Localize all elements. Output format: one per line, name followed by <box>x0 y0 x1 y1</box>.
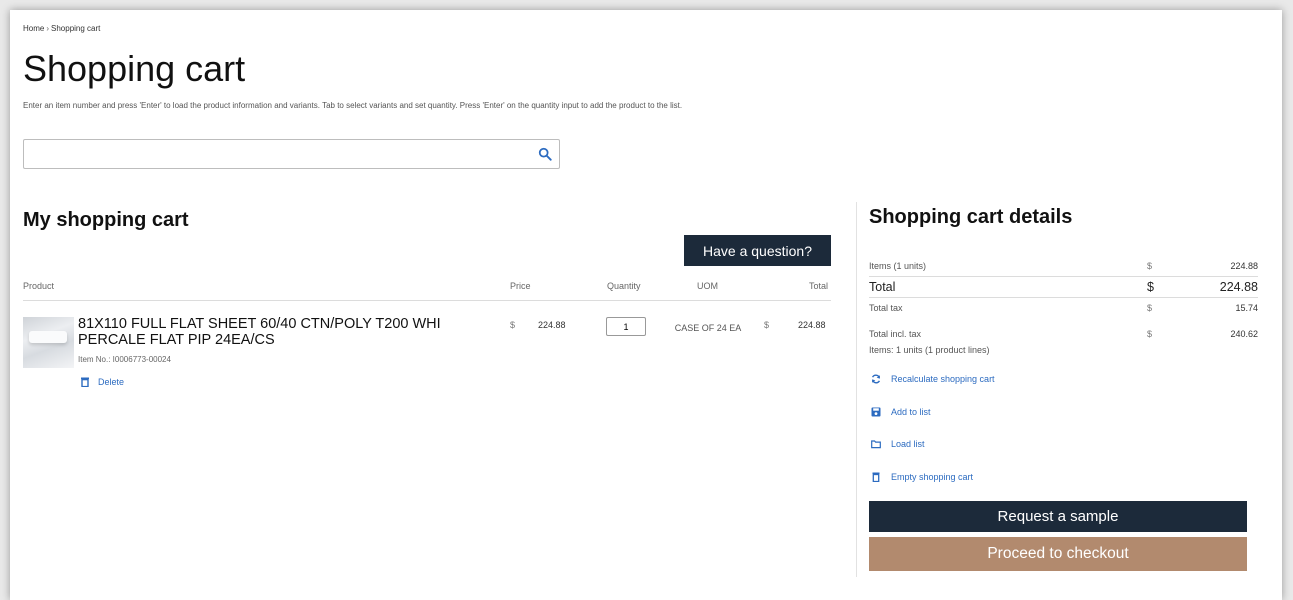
item-search-input[interactable] <box>24 140 559 168</box>
table-header-divider <box>23 300 831 301</box>
request-sample-button[interactable]: Request a sample <box>869 501 1247 532</box>
add-to-list-link[interactable]: Add to list <box>871 407 931 417</box>
items-currency: $ <box>1147 261 1153 271</box>
breadcrumb: Home › Shopping cart <box>23 24 100 33</box>
total-currency: $ <box>764 320 770 330</box>
tax-label: Total tax <box>869 303 903 313</box>
product-name[interactable]: 81X110 FULL FLAT SHEET 60/40 CTN/POLY T2… <box>78 316 498 348</box>
breadcrumb-current: Shopping cart <box>51 24 101 33</box>
column-header-price: Price <box>510 281 531 291</box>
delete-label: Delete <box>98 377 125 387</box>
load-list-label: Load list <box>891 439 925 449</box>
tax-currency: $ <box>1147 303 1153 313</box>
column-header-product: Product <box>23 281 55 291</box>
breadcrumb-separator: › <box>46 24 50 33</box>
trash-icon <box>81 377 89 387</box>
my-cart-title: My shopping cart <box>23 209 189 231</box>
have-a-question-button[interactable]: Have a question? <box>684 235 831 266</box>
load-list-link[interactable]: Load list <box>871 439 925 449</box>
summary-divider <box>869 297 1258 298</box>
price-currency: $ <box>510 320 516 330</box>
items-value: 224.88 <box>1230 261 1258 271</box>
save-icon <box>871 407 881 417</box>
breadcrumb-home[interactable]: Home <box>23 24 44 33</box>
incl-tax-currency: $ <box>1147 329 1153 339</box>
items-label: Items (1 units) <box>869 261 927 271</box>
column-header-total: Total <box>809 281 829 291</box>
quantity-input[interactable] <box>606 317 646 336</box>
recalculate-cart-link[interactable]: Recalculate shopping cart <box>871 374 995 384</box>
instructions-text: Enter an item number and press 'Enter' t… <box>23 101 683 110</box>
product-item-number: Item No.: I0006773-00024 <box>78 355 171 364</box>
total-value: 224.88 <box>1219 280 1258 294</box>
product-thumbnail[interactable] <box>23 317 74 368</box>
refresh-icon <box>871 374 881 384</box>
tax-value: 15.74 <box>1235 303 1258 313</box>
items-summary-note: Items: 1 units (1 product lines) <box>869 345 990 355</box>
summary-divider <box>869 276 1258 277</box>
empty-cart-label: Empty shopping cart <box>891 472 974 482</box>
total-currency-summary: $ <box>1147 280 1154 294</box>
item-search-box <box>23 139 560 169</box>
recalculate-label: Recalculate shopping cart <box>891 374 995 384</box>
column-divider <box>856 202 857 577</box>
uom-value: CASE OF 24 EA <box>674 323 742 333</box>
empty-cart-link[interactable]: Empty shopping cart <box>871 472 973 482</box>
page-frame: Home › Shopping cart Shopping cart Enter a… <box>10 10 1282 600</box>
incl-tax-value: 240.62 <box>1230 329 1258 339</box>
trash-icon <box>872 472 880 482</box>
search-icon[interactable] <box>538 147 552 161</box>
total-label: Total <box>869 280 896 294</box>
add-to-list-label: Add to list <box>891 407 931 417</box>
line-total-value: 224.88 <box>798 320 826 330</box>
page-title: Shopping cart <box>23 48 246 89</box>
column-header-uom: UOM <box>697 281 718 291</box>
column-header-quantity: Quantity <box>607 281 641 291</box>
proceed-to-checkout-button[interactable]: Proceed to checkout <box>869 537 1247 571</box>
price-value: 224.88 <box>538 320 566 330</box>
cart-details-title: Shopping cart details <box>869 206 1073 228</box>
folder-icon <box>871 440 881 449</box>
delete-item-link[interactable]: Delete <box>81 377 124 387</box>
incl-tax-label: Total incl. tax <box>869 329 922 339</box>
